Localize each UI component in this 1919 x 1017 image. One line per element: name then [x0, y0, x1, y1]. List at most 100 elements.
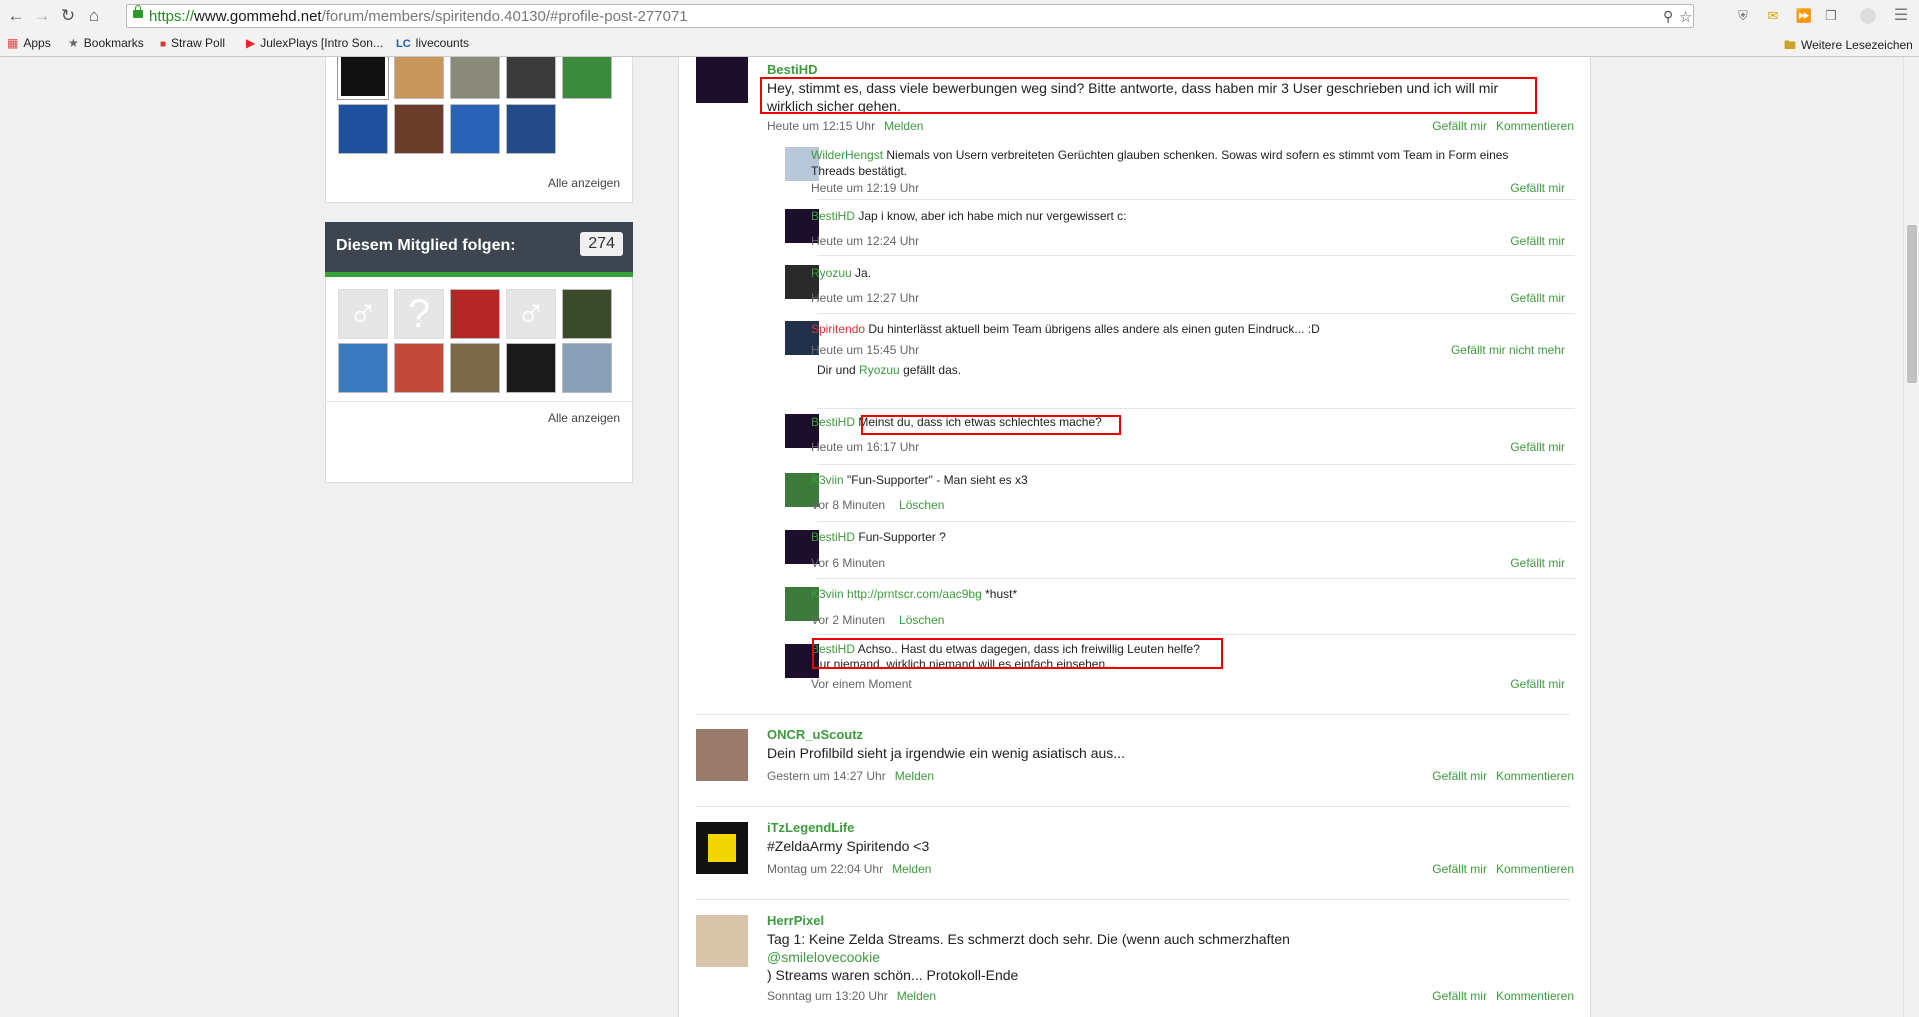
comment-item: K3viin "Fun-Supporter" - Man sieht es x3…	[785, 464, 1575, 521]
shield-extension-icon[interactable]: ⛨	[1734, 7, 1752, 25]
member-avatar[interactable]	[394, 343, 444, 393]
comment-text-line: Threads bestätigt.	[811, 164, 908, 178]
url-text[interactable]: https://www.gommehd.net/forum/members/sp…	[149, 8, 688, 25]
post-author[interactable]: ONCR_uScoutz	[767, 727, 863, 742]
highlight-box	[861, 415, 1121, 435]
strawpoll-icon: ■	[160, 39, 167, 50]
report-link[interactable]: Melden	[897, 989, 936, 1003]
reload-icon[interactable]: ↻	[58, 6, 78, 26]
comment-link[interactable]: http://prntscr.com/aac9bg	[847, 587, 982, 601]
like-link[interactable]: Gefällt mir	[1432, 862, 1487, 876]
mail-extension-icon[interactable]: ✉	[1764, 7, 1782, 25]
bookmark-strawpoll[interactable]: ■ Straw Poll	[160, 36, 225, 50]
show-all-link[interactable]: Alle anzeigen	[548, 176, 620, 190]
likes-text: Dir und	[817, 363, 856, 377]
bookmark-julexplays[interactable]: ▶ JulexPlays [Intro Son...	[246, 36, 383, 50]
followers-title: Diesem Mitglied folgen:	[336, 237, 516, 254]
address-bar[interactable]: https://www.gommehd.net/forum/members/sp…	[126, 4, 1694, 28]
member-avatar[interactable]	[450, 343, 500, 393]
delete-link[interactable]: Löschen	[899, 613, 944, 627]
zoom-icon[interactable]: ⚲	[1663, 8, 1673, 25]
like-link[interactable]: Gefällt mir	[1510, 440, 1565, 454]
member-avatar[interactable]	[562, 104, 612, 154]
other-bookmarks[interactable]: 🖿 Weitere Lesezeichen	[1784, 36, 1913, 57]
bookmark-star-icon[interactable]: ☆	[1679, 8, 1692, 26]
comment-author[interactable]: BestiHD	[811, 415, 855, 429]
post-author[interactable]: BestiHD	[767, 62, 818, 77]
member-avatar[interactable]	[450, 289, 500, 339]
like-link[interactable]: Gefällt mir	[1510, 234, 1565, 248]
author-avatar[interactable]	[696, 57, 748, 103]
author-avatar[interactable]	[696, 915, 748, 967]
comment-author[interactable]: BestiHD	[811, 530, 855, 544]
report-link[interactable]: Melden	[895, 769, 934, 783]
comment-author[interactable]: Ryozuu	[811, 266, 852, 280]
member-avatar[interactable]	[506, 104, 556, 154]
liker-link[interactable]: Ryozuu	[859, 363, 900, 377]
highlight-box	[760, 77, 1537, 114]
page-content: Alle anzeigen Diesem Mitglied folgen: 27…	[0, 57, 1903, 1017]
comment-time: Heute um 12:27 Uhr	[811, 291, 920, 305]
member-avatar[interactable]	[562, 343, 612, 393]
bookmark-apps[interactable]: ▦ Apps	[7, 36, 51, 50]
scrollbar-thumb[interactable]	[1907, 225, 1917, 383]
default-male-avatar-icon[interactable]: ♂	[506, 289, 556, 339]
post-meta: Montag um 22:04 Uhr Melden	[767, 862, 931, 876]
comment-author[interactable]: K3viin	[811, 473, 844, 487]
forward-icon[interactable]: →	[32, 6, 52, 26]
member-avatar[interactable]	[338, 104, 388, 154]
member-avatar[interactable]	[338, 343, 388, 393]
home-icon[interactable]: ⌂	[84, 6, 104, 26]
comment-link[interactable]: Kommentieren	[1496, 119, 1574, 133]
comment-author[interactable]: K3viin	[811, 587, 844, 601]
post-author[interactable]: HerrPixel	[767, 913, 824, 928]
page-scrollbar[interactable]	[1903, 57, 1919, 1017]
member-avatar[interactable]	[562, 57, 612, 99]
like-link[interactable]: Gefällt mir	[1510, 291, 1565, 305]
profile-icon[interactable]	[1860, 8, 1876, 24]
comment-item: WilderHengst Niemals von Usern verbreite…	[785, 142, 1575, 198]
forward-extension-icon[interactable]: ⏩	[1795, 7, 1813, 25]
delete-link[interactable]: Löschen	[899, 498, 944, 512]
unlike-link[interactable]: Gefällt mir nicht mehr	[1451, 343, 1565, 357]
copy-extension-icon[interactable]: ❐	[1822, 7, 1840, 25]
like-link[interactable]: Gefällt mir	[1510, 556, 1565, 570]
member-avatar[interactable]	[394, 104, 444, 154]
member-avatar[interactable]	[450, 104, 500, 154]
default-male-avatar-icon[interactable]: ♂	[338, 289, 388, 339]
bookmark-livecounts[interactable]: LC livecounts	[396, 36, 469, 50]
member-avatar[interactable]	[562, 289, 612, 339]
back-icon[interactable]: ←	[6, 6, 26, 26]
post-author[interactable]: iTzLegendLife	[767, 820, 854, 835]
member-avatar[interactable]	[506, 57, 556, 99]
like-link[interactable]: Gefällt mir	[1510, 677, 1565, 691]
author-avatar[interactable]	[696, 729, 748, 781]
report-link[interactable]: Melden	[892, 862, 931, 876]
report-link[interactable]: Melden	[884, 119, 923, 133]
comment-text: Fun-Supporter ?	[858, 530, 946, 544]
author-avatar[interactable]	[696, 822, 748, 874]
comment-link[interactable]: Kommentieren	[1496, 989, 1574, 1003]
comment-link[interactable]: Kommentieren	[1496, 862, 1574, 876]
like-link[interactable]: Gefällt mir	[1432, 989, 1487, 1003]
comment-author[interactable]: BestiHD	[811, 209, 855, 223]
menu-icon[interactable]: ☰	[1892, 7, 1910, 25]
show-all-link[interactable]: Alle anzeigen	[548, 411, 620, 425]
member-avatar[interactable]	[506, 343, 556, 393]
post-message: Tag 1: Keine Zelda Streams. Es schmerzt …	[767, 930, 1290, 984]
like-link[interactable]: Gefällt mir	[1510, 181, 1565, 195]
comment-link[interactable]: Kommentieren	[1496, 769, 1574, 783]
comment-author[interactable]: Spiritendo	[811, 322, 865, 336]
bookmark-bookmarks[interactable]: ★ Bookmarks	[68, 36, 144, 50]
like-link[interactable]: Gefällt mir	[1432, 769, 1487, 783]
like-link[interactable]: Gefällt mir	[1432, 119, 1487, 133]
member-avatar[interactable]	[337, 57, 389, 100]
comment-author[interactable]: WilderHengst	[811, 148, 883, 162]
post-time: Montag um 22:04 Uhr	[767, 862, 884, 876]
member-avatar[interactable]	[450, 57, 500, 99]
profile-posts: BestiHD Hey, stimmt es, dass viele bewer…	[678, 57, 1591, 1017]
comment-text: Jap i know, aber ich habe mich nur verge…	[858, 209, 1127, 223]
default-unknown-avatar-icon[interactable]: ?	[394, 289, 444, 339]
member-avatar[interactable]	[394, 57, 444, 99]
mention-link[interactable]: @smilelovecookie	[767, 948, 1290, 966]
